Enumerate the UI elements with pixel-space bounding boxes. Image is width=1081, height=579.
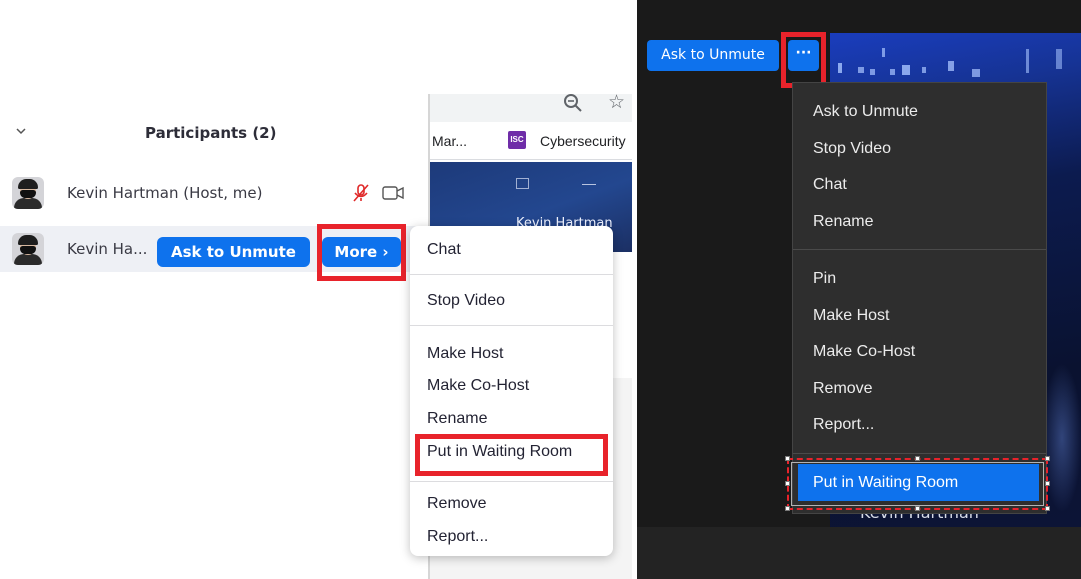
selection-handle[interactable]: [785, 456, 790, 461]
menu-item-report[interactable]: Report...: [813, 416, 874, 434]
menu-item-make-host[interactable]: Make Host: [813, 307, 889, 325]
menu-item-pin[interactable]: Pin: [813, 270, 836, 288]
ask-to-unmute-button[interactable]: Ask to Unmute: [647, 40, 779, 71]
menu-divider: [410, 325, 613, 326]
selection-handle[interactable]: [915, 456, 920, 461]
participant-context-menu: Chat Stop Video Make Host Make Co-Host R…: [410, 226, 613, 556]
menu-item-make-co-host[interactable]: Make Co-Host: [813, 343, 915, 361]
selection-handle[interactable]: [1045, 481, 1050, 486]
menu-item-ask-to-unmute[interactable]: Ask to Unmute: [813, 103, 918, 121]
menu-item-make-co-host[interactable]: Make Co-Host: [427, 377, 529, 395]
avatar: [12, 177, 44, 209]
menu-item-chat[interactable]: Chat: [813, 176, 847, 194]
video-camera-icon[interactable]: [382, 185, 404, 201]
menu-item-make-host[interactable]: Make Host: [427, 345, 503, 363]
selection-handle[interactable]: [915, 506, 920, 511]
minimize-icon[interactable]: [582, 184, 596, 185]
menu-divider: [410, 274, 613, 275]
bookmarks-bar: Mar... ISC Cybersecurity: [430, 122, 632, 160]
participant-name: Kevin Ha...: [67, 240, 148, 258]
meeting-toolbar-area: [637, 527, 1081, 579]
selection-handle[interactable]: [1045, 506, 1050, 511]
bookmark-star-icon[interactable]: ☆: [608, 91, 625, 113]
video-tile-menu-screenshot: Kevin Hartman Ask to Unmute ··· Ask to U…: [637, 0, 1081, 579]
participant-row-host[interactable]: Kevin Hartman (Host, me): [0, 170, 420, 216]
ask-to-unmute-button[interactable]: Ask to Unmute: [157, 237, 310, 267]
menu-item-stop-video[interactable]: Stop Video: [813, 140, 891, 158]
menu-item-rename[interactable]: Rename: [813, 213, 873, 231]
menu-item-remove[interactable]: Remove: [427, 495, 487, 513]
highlight-box-waiting-room: [415, 434, 608, 476]
menu-divider: [410, 481, 613, 482]
browser-toolbar: ☆: [430, 91, 632, 122]
chevron-down-icon[interactable]: [14, 124, 28, 138]
participants-panel-screenshot: ☆ Mar... ISC Cybersecurity Kevin Hartman…: [0, 0, 632, 579]
menu-item-rename[interactable]: Rename: [427, 410, 487, 428]
zoom-icon[interactable]: [561, 91, 585, 115]
bookmark-favicon-icon: ISC: [508, 131, 526, 149]
selection-handle[interactable]: [785, 481, 790, 486]
selection-handle[interactable]: [785, 506, 790, 511]
menu-divider: [793, 249, 1046, 250]
avatar: [12, 233, 44, 265]
highlight-box-more-options: [781, 32, 826, 88]
selection-handle[interactable]: [1045, 456, 1050, 461]
participant-name: Kevin Hartman (Host, me): [67, 184, 263, 202]
highlight-box-more: [317, 224, 406, 281]
participants-header: Participants (2): [0, 118, 420, 148]
menu-item-remove[interactable]: Remove: [813, 380, 873, 398]
bookmark-item[interactable]: Cybersecurity: [540, 133, 626, 149]
highlight-box-waiting-room: [787, 458, 1048, 510]
menu-item-stop-video[interactable]: Stop Video: [427, 292, 505, 310]
window-control-icon[interactable]: [516, 178, 529, 189]
menu-item-chat[interactable]: Chat: [427, 241, 461, 259]
video-context-menu: Ask to Unmute Stop Video Chat Rename Pin…: [792, 82, 1047, 514]
video-background-lights: [838, 48, 1062, 77]
microphone-muted-icon[interactable]: [350, 182, 372, 204]
menu-item-report[interactable]: Report...: [427, 528, 488, 546]
participants-title: Participants (2): [145, 124, 277, 142]
menu-divider: [793, 453, 1046, 454]
bookmark-item[interactable]: Mar...: [432, 133, 467, 149]
